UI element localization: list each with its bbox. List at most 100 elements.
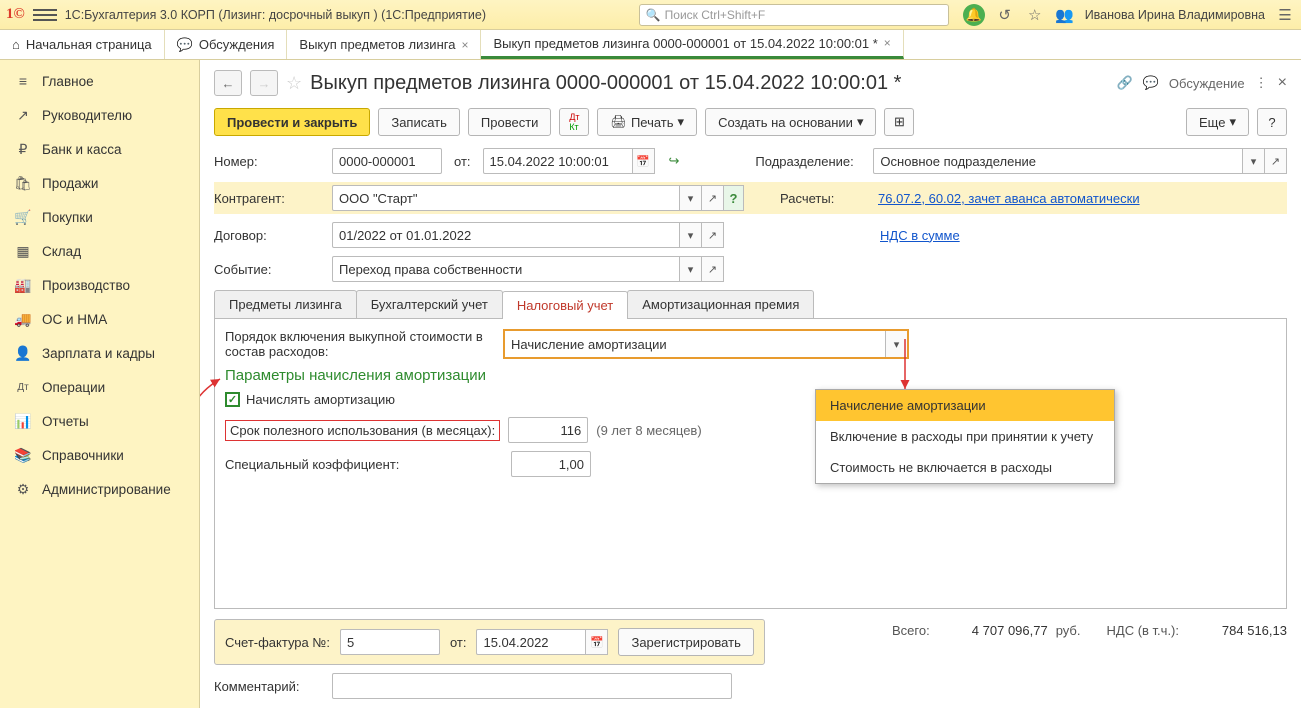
discuss-icon[interactable]: 💬	[1143, 75, 1159, 91]
sidebar-item-assets[interactable]: 🚚ОС и НМА	[0, 302, 199, 336]
dtkt-icon: ДтКт	[569, 112, 579, 132]
amort-checkbox[interactable]: ✓	[225, 392, 240, 407]
close-icon[interactable]: ×	[1278, 74, 1287, 92]
inner-tabs: Предметы лизинга Бухгалтерский учет Нало…	[214, 290, 1287, 319]
sidebar-item-directories[interactable]: 📚Справочники	[0, 438, 199, 472]
more-button[interactable]: Еще▾	[1186, 108, 1249, 136]
invoice-date-input[interactable]: 15.04.2022	[476, 629, 586, 655]
btn-label: Записать	[391, 115, 447, 130]
tab-discuss[interactable]: 💬 Обсуждения	[165, 30, 288, 59]
tab-leasing-doc[interactable]: Выкуп предметов лизинга 0000-000001 от 1…	[481, 30, 903, 59]
sidebar-item-main[interactable]: ≡Главное	[0, 64, 199, 98]
print-button[interactable]: 🖨Печать▾	[597, 108, 697, 136]
invoice-label: Счет-фактура №:	[225, 635, 330, 650]
post-button[interactable]: Провести	[468, 108, 552, 136]
chevron-down-icon[interactable]: ▾	[680, 185, 702, 211]
calendar-icon[interactable]: 📅	[586, 629, 608, 655]
tab-tax[interactable]: Налоговый учет	[502, 291, 628, 319]
contract-input[interactable]: 01/2022 от 01.01.2022	[332, 222, 680, 248]
sidebar-item-operations[interactable]: ДтОперации	[0, 370, 199, 404]
forward-button[interactable]: →	[250, 70, 278, 96]
register-button[interactable]: Зарегистрировать	[618, 628, 753, 656]
tab-pane-tax: Порядок включения выкупной стоимости в с…	[214, 319, 1287, 609]
invoice-box: Счет-фактура №: 5 от: 15.04.2022 📅 Зарег…	[214, 619, 765, 665]
sidebar-item-manager[interactable]: ↗Руководителю	[0, 98, 199, 132]
chevron-down-icon[interactable]: ▾	[885, 331, 907, 357]
users-icon[interactable]: 👥	[1055, 5, 1075, 25]
person-icon: 👤	[14, 344, 32, 362]
chevron-down-icon[interactable]: ▾	[680, 222, 702, 248]
comment-input[interactable]	[332, 673, 732, 699]
sidebar-item-admin[interactable]: ⚙Администрирование	[0, 472, 199, 506]
create-based-button[interactable]: Создать на основании▾	[705, 108, 876, 136]
help-icon[interactable]: ?	[724, 185, 744, 211]
amort-cb-label: Начислять амортизацию	[246, 392, 395, 407]
structure-icon: ⊞	[894, 114, 905, 130]
chevron-down-icon[interactable]: ▾	[680, 256, 702, 282]
toolbar: Провести и закрыть Записать Провести ДтК…	[214, 108, 1287, 136]
open-icon[interactable]: ↗	[702, 256, 724, 282]
order-select[interactable]: Начисление амортизации	[505, 331, 885, 357]
search-input[interactable]: 🔍 Поиск Ctrl+Shift+F	[639, 4, 949, 26]
calc-link[interactable]: 76.07.2, 60.02, зачет аванса автоматичес…	[878, 191, 1140, 206]
open-icon[interactable]: ↗	[702, 222, 724, 248]
link-icon[interactable]: 🔗	[1117, 75, 1133, 91]
sidebar-item-bank[interactable]: ₽Банк и касса	[0, 132, 199, 166]
close-icon[interactable]: ×	[461, 38, 468, 52]
number-input[interactable]: 0000-000001	[332, 148, 442, 174]
coef-input[interactable]: 1,00	[511, 451, 591, 477]
user-name: Иванова Ирина Владимировна	[1085, 8, 1265, 22]
total-value: 4 707 096,77	[938, 623, 1048, 638]
life-input[interactable]: 116	[508, 417, 588, 443]
factory-icon: 🏭	[14, 276, 32, 294]
tab-amort-bonus[interactable]: Амортизационная премия	[627, 290, 814, 318]
discuss-label[interactable]: Обсуждение	[1169, 76, 1245, 91]
dropdown-option[interactable]: Стоимость не включается в расходы	[816, 452, 1114, 483]
tab-accounting[interactable]: Бухгалтерский учет	[356, 290, 503, 318]
history-icon[interactable]: ↺	[995, 5, 1015, 25]
calendar-icon[interactable]: 📅	[633, 148, 655, 174]
star-icon[interactable]: ☆	[1025, 5, 1045, 25]
chevron-down-icon[interactable]: ▾	[1243, 148, 1265, 174]
subdiv-input[interactable]: Основное подразделение	[873, 148, 1243, 174]
tabsbar: ⌂ Начальная страница 💬 Обсуждения Выкуп …	[0, 30, 1301, 60]
ruble-icon: ₽	[14, 140, 32, 158]
structure-button[interactable]: ⊞	[884, 108, 914, 136]
write-button[interactable]: Записать	[378, 108, 460, 136]
tab-leasing-list[interactable]: Выкуп предметов лизинга ×	[287, 30, 481, 59]
tab-home[interactable]: ⌂ Начальная страница	[0, 30, 165, 59]
post-close-button[interactable]: Провести и закрыть	[214, 108, 370, 136]
date-input[interactable]: 15.04.2022 10:00:01	[483, 148, 633, 174]
search-placeholder: Поиск Ctrl+Shift+F	[665, 8, 766, 22]
hamburger-icon[interactable]	[33, 3, 57, 27]
calc-label: Расчеты:	[780, 191, 870, 206]
sidebar-label: Отчеты	[42, 414, 89, 429]
sidebar-item-production[interactable]: 🏭Производство	[0, 268, 199, 302]
sidebar-item-hr[interactable]: 👤 Зарплата и кадры	[0, 336, 199, 370]
close-icon[interactable]: ×	[884, 36, 891, 50]
more-icon[interactable]: ⋮	[1255, 75, 1268, 91]
open-icon[interactable]: ↗	[1265, 148, 1287, 174]
help-button[interactable]: ?	[1257, 108, 1287, 136]
back-button[interactable]: ←	[214, 70, 242, 96]
dropdown-option[interactable]: Начисление амортизации	[816, 390, 1114, 421]
sidebar-label: Зарплата и кадры	[42, 346, 155, 361]
dtkt-button[interactable]: ДтКт	[559, 108, 589, 136]
order-label: Порядок включения выкупной стоимости в с…	[225, 329, 495, 359]
list-icon: ≡	[14, 72, 32, 90]
star-outline-icon[interactable]: ☆	[286, 73, 302, 94]
dt-icon: Дт	[14, 378, 32, 396]
contractor-input[interactable]: ООО "Старт"	[332, 185, 680, 211]
tab-leasing-items[interactable]: Предметы лизинга	[214, 290, 357, 318]
sidebar-item-reports[interactable]: 📊Отчеты	[0, 404, 199, 438]
vat-link[interactable]: НДС в сумме	[880, 228, 960, 243]
sidebar-item-stock[interactable]: ▦Склад	[0, 234, 199, 268]
bell-icon[interactable]: 🔔	[963, 4, 985, 26]
invoice-no-input[interactable]: 5	[340, 629, 440, 655]
sidebar-item-sales[interactable]: 🛍Продажи	[0, 166, 199, 200]
menu-icon[interactable]: ☰	[1275, 5, 1295, 25]
sidebar-item-purchases[interactable]: 🛒Покупки	[0, 200, 199, 234]
event-input[interactable]: Переход права собственности	[332, 256, 680, 282]
open-icon[interactable]: ↗	[702, 185, 724, 211]
dropdown-option[interactable]: Включение в расходы при принятии к учету	[816, 421, 1114, 452]
